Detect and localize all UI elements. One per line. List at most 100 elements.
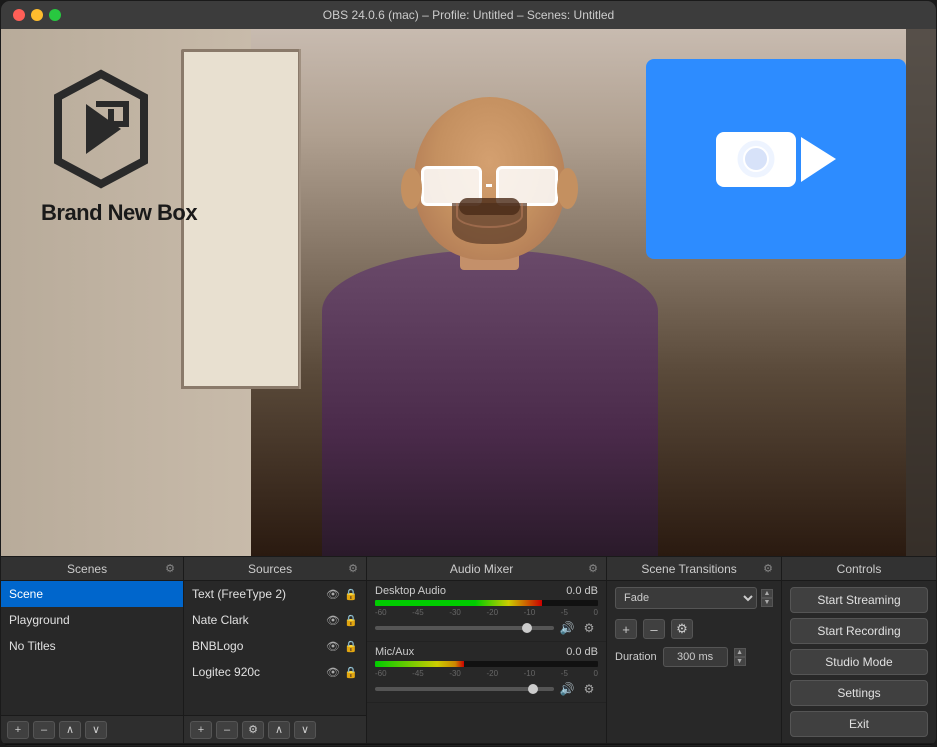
scene-item-playground[interactable]: Playground [1, 607, 183, 633]
right-edge [906, 29, 936, 556]
source-eye-icon-2[interactable]: 👁 [326, 613, 340, 627]
desktop-meter-fill [375, 600, 542, 606]
source-eye-icon-4[interactable]: 👁 [326, 665, 340, 679]
duration-label: Duration [615, 651, 657, 663]
source-lock-icon-2[interactable]: 🔒 [344, 613, 358, 627]
desktop-mute-button[interactable]: 🔊 [558, 619, 576, 637]
mic-meter-fill [375, 661, 464, 667]
sources-panel-header: Sources ⚙ [184, 557, 366, 581]
source-icons-freetype: 👁 🔒 [326, 587, 358, 601]
source-icons-bnblogo: 👁 🔒 [326, 639, 358, 653]
mic-meter-track [375, 661, 598, 667]
source-item-nateclark[interactable]: Nate Clark 👁 🔒 [184, 607, 366, 633]
studio-mode-button[interactable]: Studio Mode [790, 649, 928, 675]
maximize-button[interactable] [49, 9, 61, 21]
desktop-settings-button[interactable]: ⚙ [580, 619, 598, 637]
desktop-controls: 🔊 ⚙ [375, 619, 598, 637]
source-lock-icon[interactable]: 🔒 [344, 587, 358, 601]
source-lock-icon-3[interactable]: 🔒 [344, 639, 358, 653]
desktop-meter-labels: -60-45-30-20-10-50 [375, 608, 598, 617]
transitions-panel-header: Scene Transitions ⚙ [607, 557, 781, 581]
desktop-audio-db: 0.0 dB [566, 585, 598, 597]
transition-arrows: ▲ ▼ [761, 589, 773, 607]
mic-meter-labels: -60-45-30-20-10-50 [375, 669, 598, 678]
duration-up-arrow[interactable]: ▲ [734, 648, 746, 657]
transition-up-arrow[interactable]: ▲ [761, 589, 773, 598]
desktop-meter-track [375, 600, 598, 606]
transition-settings-button[interactable]: ⚙ [671, 619, 693, 639]
sources-add-button[interactable]: + [190, 721, 212, 739]
duration-input[interactable] [663, 647, 728, 667]
mic-controls: 🔊 ⚙ [375, 680, 598, 698]
sources-panel-title: Sources [192, 562, 348, 576]
source-item-freetype[interactable]: Text (FreeType 2) 👁 🔒 [184, 581, 366, 607]
mic-volume-slider[interactable] [375, 687, 554, 691]
traffic-lights [13, 9, 61, 21]
scenes-up-button[interactable]: ∧ [59, 721, 81, 739]
audio-panel-title: Audio Mixer [375, 562, 588, 576]
sources-remove-button[interactable]: – [216, 721, 238, 739]
mic-settings-button[interactable]: ⚙ [580, 680, 598, 698]
minimize-button[interactable] [31, 9, 43, 21]
source-eye-icon-3[interactable]: 👁 [326, 639, 340, 653]
controls-panel-header: Controls [782, 557, 936, 581]
brand-name: Brand New Box [41, 200, 197, 226]
scenes-list: Scene Playground No Titles [1, 581, 183, 715]
transition-remove-button[interactable]: – [643, 619, 665, 639]
transition-select-row: Fade Cut Swipe Slide ▲ ▼ [607, 581, 781, 615]
scene-item-scene[interactable]: Scene [1, 581, 183, 607]
scenes-add-button[interactable]: + [7, 721, 29, 739]
close-button[interactable] [13, 9, 25, 21]
scenes-toolbar: + – ∧ ∨ [1, 715, 183, 743]
source-lock-icon-4[interactable]: 🔒 [344, 665, 358, 679]
scenes-panel-title: Scenes [9, 562, 165, 576]
desktop-volume-slider[interactable] [375, 626, 554, 630]
duration-down-arrow[interactable]: ▼ [734, 657, 746, 666]
panels-row: Scenes ⚙ Scene Playground No Titles + [1, 557, 936, 744]
start-recording-button[interactable]: Start Recording [790, 618, 928, 644]
controls-panel: Controls Start Streaming Start Recording… [782, 557, 936, 743]
transition-select[interactable]: Fade Cut Swipe Slide [615, 587, 757, 609]
transition-add-button[interactable]: + [615, 619, 637, 639]
transition-down-arrow[interactable]: ▼ [761, 598, 773, 607]
source-item-bnblogo[interactable]: BNBLogo 👁 🔒 [184, 633, 366, 659]
source-icons-nateclark: 👁 🔒 [326, 613, 358, 627]
sources-panel-icon[interactable]: ⚙ [348, 562, 358, 575]
scenes-remove-button[interactable]: – [33, 721, 55, 739]
scenes-panel: Scenes ⚙ Scene Playground No Titles + [1, 557, 184, 743]
scenes-down-button[interactable]: ∨ [85, 721, 107, 739]
transitions-panel: Scene Transitions ⚙ Fade Cut Swipe Slide… [607, 557, 782, 743]
window-title: OBS 24.0.6 (mac) – Profile: Untitled – S… [323, 8, 614, 22]
transitions-panel-icon[interactable]: ⚙ [763, 562, 773, 575]
sources-panel: Sources ⚙ Text (FreeType 2) 👁 🔒 Nate Cla… [184, 557, 367, 743]
brand-logo: Brand New Box [41, 69, 197, 226]
mic-volume-thumb [528, 684, 538, 694]
app-window: OBS 24.0.6 (mac) – Profile: Untitled – S… [0, 0, 937, 747]
settings-button[interactable]: Settings [790, 680, 928, 706]
sources-toolbar: + – ⚙ ∧ ∨ [184, 715, 366, 743]
audio-panel-icon[interactable]: ⚙ [588, 562, 598, 575]
duration-arrows: ▲ ▼ [734, 648, 746, 666]
desktop-audio-name: Desktop Audio [375, 585, 446, 597]
mic-audio-db: 0.0 dB [566, 646, 598, 658]
mic-mute-button[interactable]: 🔊 [558, 680, 576, 698]
start-streaming-button[interactable]: Start Streaming [790, 587, 928, 613]
exit-button[interactable]: Exit [790, 711, 928, 737]
source-item-logitec[interactable]: Logitec 920c 👁 🔒 [184, 659, 366, 685]
sources-down-button[interactable]: ∨ [294, 721, 316, 739]
sources-settings-button[interactable]: ⚙ [242, 721, 264, 739]
person-head [414, 97, 565, 260]
mic-audio-name: Mic/Aux [375, 646, 414, 658]
audio-channel-mic: Mic/Aux 0.0 dB -60-45-30-20-10-50 🔊 [367, 642, 606, 703]
preview-canvas: Brand New Box [1, 29, 936, 556]
person [280, 46, 700, 556]
audio-channel-desktop: Desktop Audio 0.0 dB -60-45-30-20-10-50 … [367, 581, 606, 642]
scene-item-notitles[interactable]: No Titles [1, 633, 183, 659]
smile [456, 203, 523, 227]
audio-panel: Audio Mixer ⚙ Desktop Audio 0.0 dB -60-4… [367, 557, 607, 743]
scenes-panel-icon[interactable]: ⚙ [165, 562, 175, 575]
sources-up-button[interactable]: ∧ [268, 721, 290, 739]
ear-left [401, 168, 422, 209]
source-eye-icon[interactable]: 👁 [326, 587, 340, 601]
audio-channel-desktop-header: Desktop Audio 0.0 dB [375, 585, 598, 597]
